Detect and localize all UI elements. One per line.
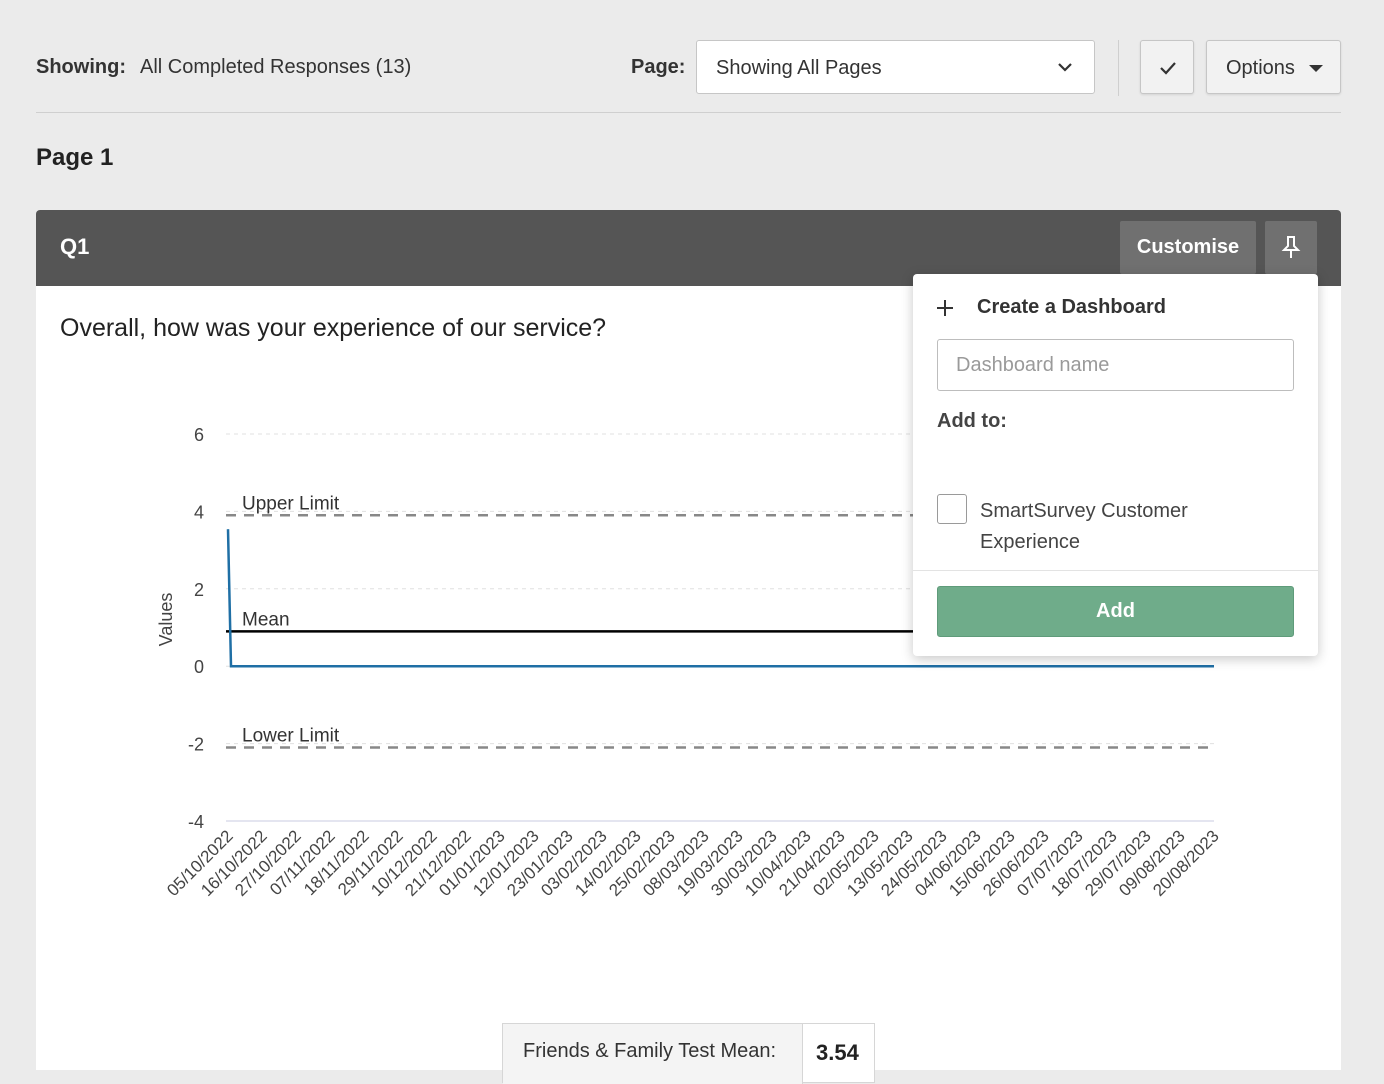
page-select[interactable]: Showing All Pages: [696, 40, 1095, 94]
filter-bar: Showing: All Completed Responses (13) Pa…: [36, 40, 1341, 94]
options-label: Options: [1226, 57, 1295, 80]
reference-line-label: Mean: [242, 609, 290, 630]
create-dashboard-link[interactable]: Create a Dashboard: [977, 296, 1166, 319]
plus-icon: [935, 298, 955, 318]
y-tick-label: -4: [188, 812, 204, 832]
divider: [36, 112, 1341, 113]
dashboard-checkbox[interactable]: [937, 494, 967, 524]
reference-line-label: Lower Limit: [242, 725, 340, 746]
toolbar-divider: [1118, 40, 1119, 96]
apply-button[interactable]: [1140, 40, 1194, 94]
mean-summary: Friends & Family Test Mean: 3.54: [502, 1023, 875, 1083]
check-icon: [1158, 58, 1178, 78]
showing-label: Showing:: [36, 56, 126, 79]
add-button[interactable]: Add: [937, 586, 1294, 637]
y-tick-label: 4: [194, 502, 204, 522]
y-axis-label: Values: [156, 593, 176, 647]
chevron-down-icon: [1056, 58, 1074, 76]
options-button[interactable]: Options: [1206, 40, 1341, 94]
y-tick-label: -2: [188, 735, 204, 755]
y-tick-label: 2: [194, 580, 204, 600]
page-title: Page 1: [36, 144, 113, 172]
y-tick-label: 0: [194, 657, 204, 677]
page-select-value: Showing All Pages: [716, 57, 882, 80]
divider: [913, 570, 1318, 571]
caret-down-icon: [1309, 65, 1323, 72]
dashboard-popup: Create a Dashboard Add to: SmartSurvey C…: [913, 274, 1318, 656]
page-label: Page:: [631, 56, 685, 79]
dashboard-name-input[interactable]: [937, 339, 1294, 391]
mean-value: 3.54: [816, 1040, 859, 1066]
mean-label: Friends & Family Test Mean:: [503, 1024, 803, 1084]
showing-value[interactable]: All Completed Responses (13): [140, 56, 411, 79]
y-tick-label: 6: [194, 425, 204, 445]
reference-line-label: Upper Limit: [242, 493, 340, 514]
add-to-label: Add to:: [937, 410, 1007, 433]
dashboard-option-label[interactable]: SmartSurvey Customer Experience: [980, 496, 1280, 558]
